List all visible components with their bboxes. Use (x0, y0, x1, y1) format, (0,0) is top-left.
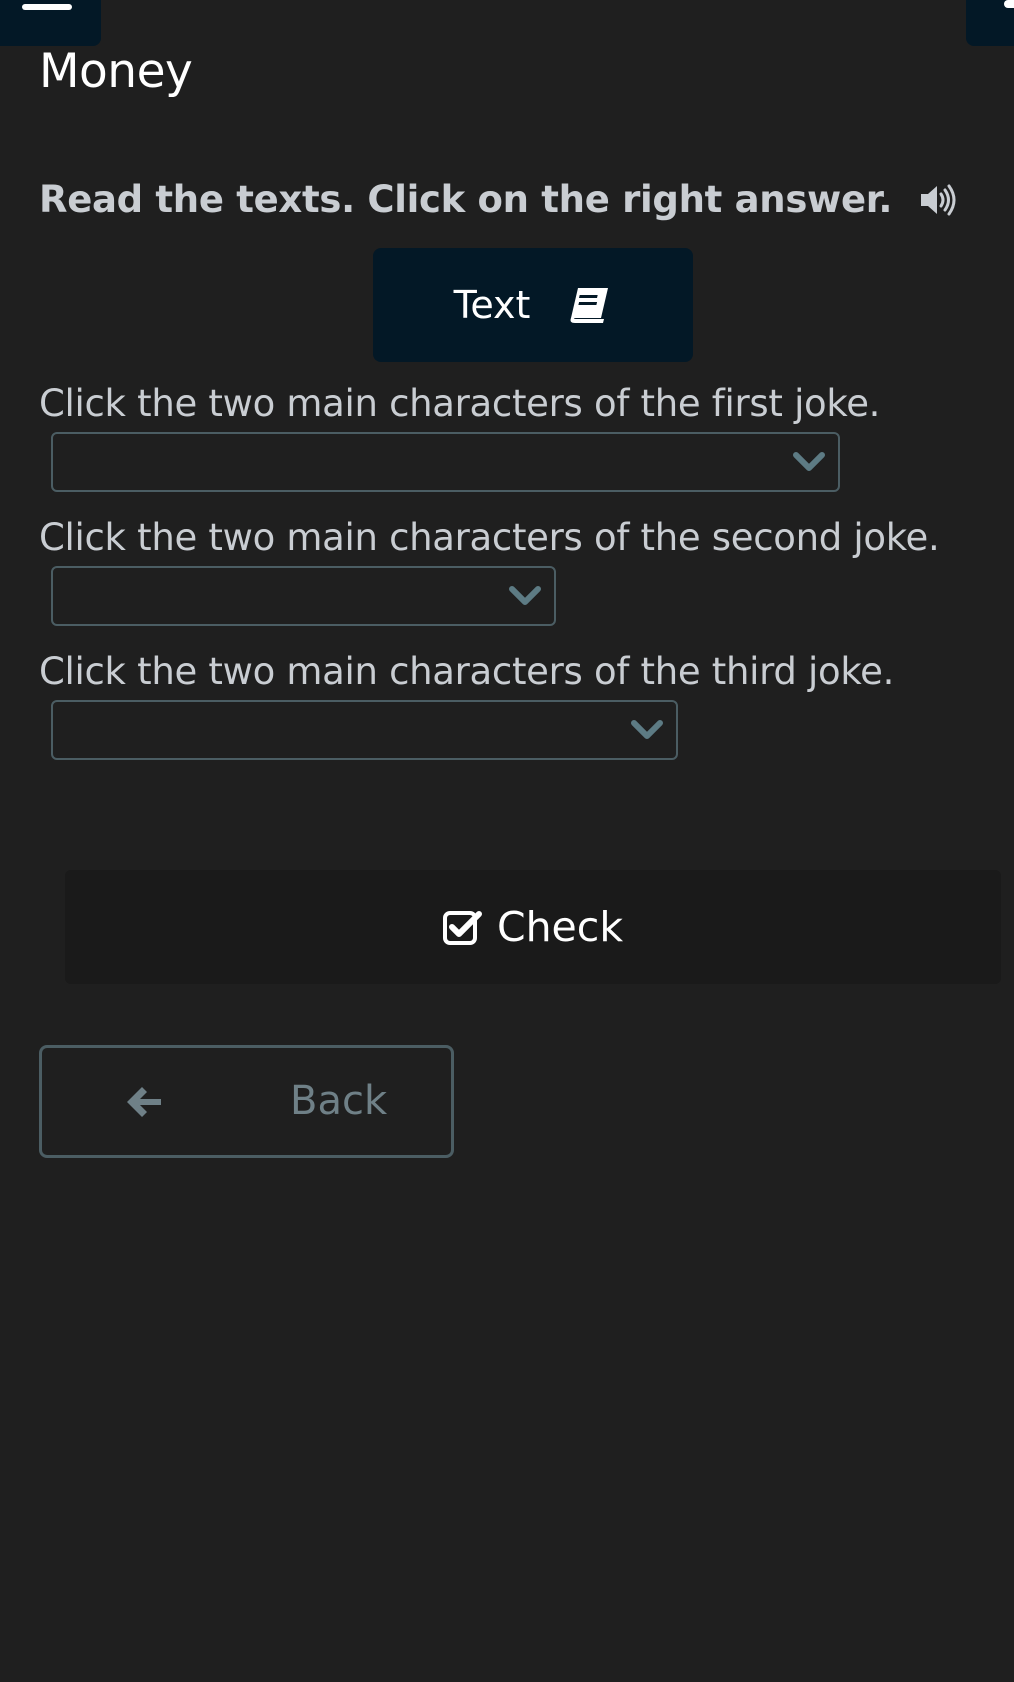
instruction-text: Read the texts. Click on the right answe… (39, 178, 893, 221)
page-title: Money (39, 44, 193, 99)
instruction-row: Read the texts. Click on the right answe… (39, 178, 956, 221)
hamburger-icon (22, 4, 72, 10)
back-button[interactable]: Back (39, 1045, 454, 1158)
answer-select-3[interactable] (51, 700, 678, 760)
check-square-icon (442, 911, 482, 945)
chevron-down-icon (631, 720, 663, 739)
question-1: Click the two main characters of the fir… (39, 382, 881, 425)
top-right-button[interactable] (966, 0, 1014, 46)
top-right-icon (1004, 0, 1014, 8)
answer-select-1[interactable] (51, 432, 840, 492)
menu-button[interactable] (0, 0, 101, 46)
question-3: Click the two main characters of the thi… (39, 650, 895, 693)
question-2: Click the two main characters of the sec… (39, 516, 940, 559)
check-button[interactable]: Check (65, 870, 1001, 984)
text-button[interactable]: Text (373, 248, 693, 362)
check-button-label: Check (496, 903, 624, 951)
chevron-down-icon (793, 452, 825, 471)
arrow-left-icon (127, 1087, 161, 1117)
text-button-label: Text (453, 283, 531, 327)
chevron-down-icon (509, 586, 541, 605)
speaker-icon[interactable] (918, 181, 956, 219)
back-button-label: Back (290, 1078, 388, 1124)
book-icon (570, 288, 609, 323)
answer-select-2[interactable] (51, 566, 556, 626)
page: Money Read the texts. Click on the right… (0, 0, 1014, 1682)
